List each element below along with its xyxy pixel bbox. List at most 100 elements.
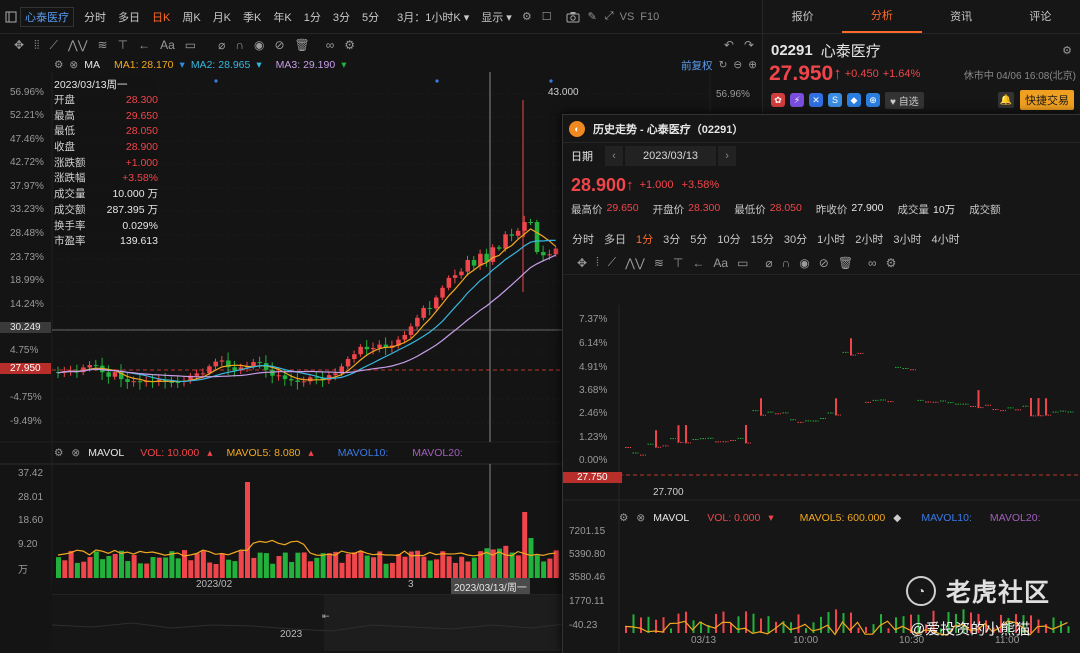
date-prev-button[interactable]: ‹ — [605, 146, 623, 166]
volume-bar — [131, 555, 137, 578]
fullscreen-icon[interactable]: ⤢ — [605, 10, 614, 23]
gear-icon[interactable]: ⚙ — [344, 38, 355, 52]
pen-icon[interactable]: ✎ — [588, 10, 597, 23]
period-tab-7[interactable]: 1分 — [298, 9, 327, 25]
indicator-close-icon[interactable]: ⊗ — [69, 59, 78, 71]
wave-icon[interactable]: ⋀⋁ — [68, 38, 88, 52]
right-tab-2[interactable]: 资讯 — [922, 2, 1001, 32]
move-icon[interactable]: ✥ — [14, 38, 24, 52]
mavol-label[interactable]: MAVOL — [88, 447, 124, 459]
popup-magnet-icon[interactable]: ∩ — [782, 256, 791, 270]
popup-link-icon[interactable]: ∞ — [868, 256, 877, 270]
vol-settings-icon[interactable]: ⚙ — [54, 447, 63, 459]
square-icon[interactable]: ☐ — [542, 10, 552, 23]
layout-icon[interactable] — [2, 11, 20, 23]
volume-bar — [434, 559, 439, 578]
popup-fib-icon[interactable]: ⊤ — [673, 256, 683, 270]
popup-period-tab-1[interactable]: 多日 — [599, 231, 631, 247]
popup-hide-icon[interactable]: ⊘ — [819, 256, 829, 270]
date-field[interactable]: 2023/03/13 — [625, 146, 717, 166]
right-tab-0[interactable]: 报价 — [763, 2, 842, 32]
popup-arrow-icon[interactable]: ← — [692, 256, 704, 270]
refresh-icon[interactable]: ↻ — [719, 59, 728, 71]
period-tab-6[interactable]: 年K — [267, 9, 297, 25]
magnet-icon[interactable]: ∩ — [235, 38, 244, 52]
vol-close-icon[interactable]: ⊗ — [71, 447, 80, 459]
popup-trend-icon[interactable]: ⟋ — [608, 255, 616, 270]
channel-icon[interactable]: ≋ — [98, 38, 108, 52]
popup-vol-settings-icon[interactable]: ⚙ — [619, 512, 628, 524]
right-tab-1[interactable]: 分析 — [842, 1, 922, 33]
volume-bar — [62, 560, 68, 578]
bell-icon[interactable]: 🔔 — [998, 92, 1014, 108]
right-tab-3[interactable]: 评论 — [1001, 2, 1080, 32]
period-tab-3[interactable]: 周K — [176, 9, 206, 25]
indicator-settings-icon[interactable]: ⚙ — [54, 59, 63, 71]
popup-period-tab-10[interactable]: 3小时 — [888, 231, 926, 247]
popup-mavol-label[interactable]: MAVOL — [653, 512, 689, 524]
zoom-out-icon[interactable]: ⊖ — [733, 59, 742, 71]
link-icon[interactable]: ∞ — [326, 38, 335, 52]
popup-wave-icon[interactable]: ⋀⋁ — [625, 256, 645, 270]
fib-icon[interactable]: ⊤ — [118, 38, 128, 52]
popup-period-tab-2[interactable]: 1分 — [631, 231, 658, 247]
text-tool-icon[interactable]: Aa — [160, 38, 175, 52]
quick-trade-button[interactable]: 快捷交易 — [1020, 90, 1074, 110]
f10-button[interactable]: F10 — [640, 11, 665, 23]
period-tab-0[interactable]: 分时 — [78, 9, 112, 25]
candle-body — [219, 360, 225, 362]
crosshair-line-icon[interactable]: ⦙⦙ — [34, 38, 39, 53]
vs-button[interactable]: VS — [614, 11, 641, 23]
popup-period-tab-3[interactable]: 3分 — [658, 231, 685, 247]
hide-icon[interactable]: ⊘ — [274, 38, 284, 52]
popup-period-tab-7[interactable]: 30分 — [779, 231, 812, 247]
period-tab-5[interactable]: 季K — [237, 9, 267, 25]
camera-icon[interactable] — [566, 11, 580, 23]
settings-icon[interactable]: ⚙ — [522, 10, 532, 23]
popup-stat-label: 成交额 — [969, 203, 1001, 216]
right-tabs: 报价 分析 资讯 评论 — [763, 0, 1080, 34]
popup-channel-icon[interactable]: ≋ — [654, 256, 664, 270]
undo-icon[interactable]: ↶ — [724, 38, 734, 52]
popup-note-icon[interactable]: ▭ — [737, 256, 748, 270]
ma-label[interactable]: MA — [84, 59, 100, 71]
stock-name-tab[interactable]: 心泰医疗 — [20, 6, 74, 27]
popup-volume-bar — [625, 626, 627, 633]
popup-eraser-icon[interactable]: ⌀ — [765, 256, 772, 270]
display-menu[interactable]: 显示 ▾ — [475, 9, 518, 25]
zoom-in-icon[interactable]: ⊕ — [748, 59, 757, 71]
popup-eye-icon[interactable]: ◉ — [799, 256, 809, 270]
popup-period-tab-8[interactable]: 1小时 — [812, 231, 850, 247]
period-tab-2[interactable]: 日K — [146, 9, 176, 25]
period-tab-4[interactable]: 月K — [207, 9, 237, 25]
trend-line-icon[interactable]: ⟋ — [49, 38, 57, 53]
popup-delete-icon[interactable]: 🗑 — [838, 256, 853, 270]
period-tab-8[interactable]: 3分 — [327, 9, 356, 25]
popup-move-icon[interactable]: ✥ — [577, 256, 587, 270]
popup-gear-icon[interactable]: ⚙ — [886, 256, 897, 270]
popup-vol-close-icon[interactable]: ⊗ — [636, 512, 645, 524]
range-select[interactable]: 3月：1小时K ▾ — [391, 9, 475, 25]
popup-period-tab-6[interactable]: 15分 — [746, 231, 779, 247]
restore-label[interactable]: 前复权 — [681, 58, 713, 73]
note-icon[interactable]: ▭ — [185, 38, 196, 52]
eye-icon[interactable]: ◉ — [254, 38, 264, 52]
eraser-icon[interactable]: ⌀ — [218, 38, 225, 52]
popup-period-tab-9[interactable]: 2小时 — [850, 231, 888, 247]
period-tab-1[interactable]: 多日 — [112, 9, 146, 25]
volume-bar — [389, 562, 395, 578]
ohlc-value: 287.395 万 — [106, 203, 158, 216]
arrow-left-icon[interactable]: ← — [138, 38, 150, 52]
popup-period-tab-5[interactable]: 10分 — [712, 231, 745, 247]
popup-period-tab-4[interactable]: 5分 — [685, 231, 712, 247]
delete-icon[interactable]: 🗑 — [295, 38, 310, 52]
popup-period-tab-0[interactable]: 分时 — [567, 231, 599, 247]
panel-settings-icon[interactable]: ⚙ — [1062, 44, 1072, 57]
redo-icon[interactable]: ↷ — [744, 38, 754, 52]
watchlist-button[interactable]: ♥ 自选 — [885, 91, 924, 109]
period-tab-9[interactable]: 5分 — [356, 9, 385, 25]
popup-period-tab-11[interactable]: 4小时 — [927, 231, 965, 247]
popup-line-icon[interactable]: ⦙ — [596, 255, 599, 270]
date-next-button[interactable]: › — [718, 146, 737, 166]
popup-text-icon[interactable]: Aa — [713, 256, 728, 270]
